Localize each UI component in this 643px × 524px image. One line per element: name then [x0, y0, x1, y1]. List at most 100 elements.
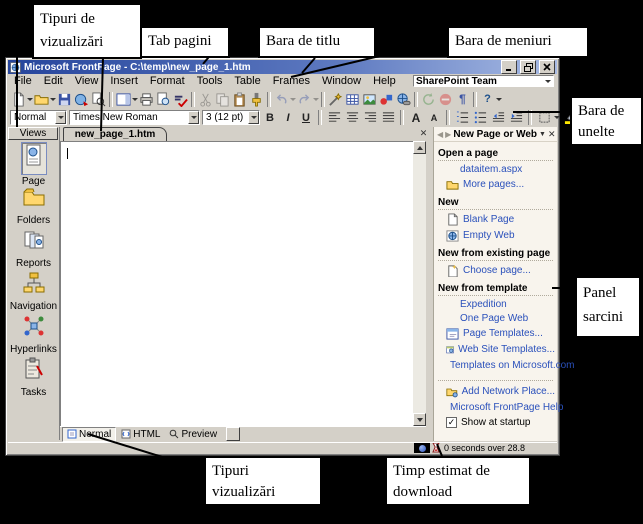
menu-table[interactable]: Table: [228, 75, 266, 88]
increase-indent-button[interactable]: [508, 110, 524, 125]
cut-button[interactable]: [197, 91, 214, 108]
vertical-scrollbar[interactable]: [413, 141, 426, 426]
web-component-button[interactable]: [327, 91, 344, 108]
document-editing-area[interactable]: [60, 141, 413, 426]
insert-picture-button[interactable]: [361, 91, 378, 108]
link-add-network-place[interactable]: Add Network Place...: [446, 385, 555, 398]
link-frontpage-help[interactable]: ?Microsoft FrontPage Help: [446, 401, 555, 414]
link-templates-microsoft[interactable]: Templates on Microsoft.com: [446, 359, 555, 372]
shrink-font-button[interactable]: A: [426, 110, 442, 125]
scroll-up-button[interactable]: [413, 141, 426, 154]
new-page-button[interactable]: [10, 91, 27, 108]
print-button[interactable]: [138, 91, 155, 108]
sidebar-item-tasks[interactable]: Tasks: [8, 357, 59, 398]
checkbox-checked-icon: ✓: [446, 417, 457, 428]
link-one-page-web[interactable]: One Page Web: [460, 313, 555, 324]
style-combobox[interactable]: Normal: [10, 110, 67, 125]
toggle-pane-button[interactable]: [115, 91, 132, 108]
open-button[interactable]: [33, 91, 50, 108]
sidebar-item-folders[interactable]: Folders: [8, 185, 59, 226]
stop-button[interactable]: [437, 91, 454, 108]
task-pane-close-icon[interactable]: ✕: [548, 129, 556, 140]
menu-file[interactable]: File: [8, 75, 38, 88]
minimize-button[interactable]: [501, 60, 517, 74]
tab-scroll-button[interactable]: [226, 427, 240, 441]
align-right-button[interactable]: [362, 110, 378, 125]
redo-dropdown[interactable]: [313, 91, 319, 108]
link-more-pages[interactable]: More pages...: [446, 178, 555, 191]
italic-button[interactable]: I: [280, 110, 296, 125]
close-button[interactable]: [539, 60, 555, 74]
help-button[interactable]: ?: [479, 91, 496, 108]
menu-tools[interactable]: Tools: [191, 75, 229, 88]
link-web-site-templates[interactable]: Web Site Templates...: [446, 343, 555, 356]
tab-html-view[interactable]: HTML: [117, 428, 164, 441]
drawing-button[interactable]: [378, 91, 395, 108]
font-size-combobox[interactable]: 3 (12 pt): [202, 110, 260, 125]
paste-button[interactable]: [231, 91, 248, 108]
menu-frames[interactable]: Frames: [267, 75, 316, 88]
callout-view-types: Tipuri de vizualizări: [32, 3, 142, 59]
align-left-button[interactable]: [326, 110, 342, 125]
tab-preview-view[interactable]: Preview: [165, 428, 221, 441]
menu-insert[interactable]: Insert: [104, 75, 144, 88]
help-dropdown[interactable]: [496, 91, 502, 108]
redo-button[interactable]: [296, 91, 313, 108]
back-icon[interactable]: ◀: [437, 130, 443, 139]
align-center-button[interactable]: [344, 110, 360, 125]
tab-label: HTML: [133, 429, 160, 440]
grow-font-button[interactable]: A: [408, 110, 424, 125]
menu-edit[interactable]: Edit: [38, 75, 69, 88]
show-all-button[interactable]: ¶: [454, 91, 471, 108]
format-painter-button[interactable]: [248, 91, 265, 108]
insert-hyperlink-button[interactable]: [395, 91, 412, 108]
font-combobox[interactable]: Times New Roman: [69, 110, 200, 125]
task-pane-dropdown-icon[interactable]: ▼: [539, 131, 546, 138]
sidebar-item-reports[interactable]: Reports: [8, 228, 59, 269]
borders-dropdown[interactable]: [554, 109, 560, 126]
save-button[interactable]: [56, 91, 73, 108]
show-at-startup-option[interactable]: ✓Show at startup: [446, 417, 555, 428]
publish-web-button[interactable]: [73, 91, 90, 108]
restore-button[interactable]: [520, 60, 536, 74]
publish-web-icon: [74, 92, 89, 107]
menu-help[interactable]: Help: [367, 75, 402, 88]
preview-in-browser-button[interactable]: [155, 91, 172, 108]
sidebar-item-navigation[interactable]: Navigation: [8, 271, 59, 312]
link-page-templates[interactable]: Page Templates...: [446, 327, 555, 340]
tab-normal-view[interactable]: Normal: [62, 427, 116, 442]
insert-table-button[interactable]: [344, 91, 361, 108]
open-folder-icon: [446, 178, 459, 191]
numbered-list-button[interactable]: [454, 110, 470, 125]
refresh-button[interactable]: [420, 91, 437, 108]
views-header[interactable]: Views: [8, 127, 58, 140]
justify-button[interactable]: [380, 110, 396, 125]
search-button[interactable]: [90, 91, 107, 108]
decrease-indent-button[interactable]: [490, 110, 506, 125]
menu-format[interactable]: Format: [144, 75, 191, 88]
link-dataitem[interactable]: dataitem.aspx: [460, 164, 555, 175]
link-choose-page[interactable]: Choose page...: [446, 264, 555, 277]
scroll-down-button[interactable]: [413, 413, 426, 426]
pane-splitter[interactable]: [426, 127, 433, 441]
page-tab[interactable]: new_page_1.htm: [63, 127, 167, 141]
link-label: Web Site Templates...: [458, 344, 555, 355]
link-expedition[interactable]: Expedition: [460, 299, 555, 310]
tasks-view-icon: [22, 357, 46, 386]
sidebar-item-page[interactable]: Page: [8, 142, 59, 187]
forward-icon[interactable]: ▶: [445, 130, 451, 139]
underline-button[interactable]: U: [298, 110, 314, 125]
menu-window[interactable]: Window: [316, 75, 367, 88]
navigation-view-icon: [22, 271, 46, 300]
menu-view[interactable]: View: [69, 75, 105, 88]
undo-button[interactable]: [273, 91, 290, 108]
sharepoint-team-combobox[interactable]: SharePoint Team: [413, 75, 554, 87]
link-blank-page[interactable]: Blank Page: [446, 213, 555, 226]
link-empty-web[interactable]: Empty Web: [446, 229, 555, 242]
bullet-list-button[interactable]: [472, 110, 488, 125]
bold-button[interactable]: B: [262, 110, 278, 125]
copy-button[interactable]: [214, 91, 231, 108]
borders-button[interactable]: [536, 110, 552, 125]
sidebar-item-hyperlinks[interactable]: Hyperlinks: [8, 314, 59, 355]
spelling-button[interactable]: [172, 91, 189, 108]
